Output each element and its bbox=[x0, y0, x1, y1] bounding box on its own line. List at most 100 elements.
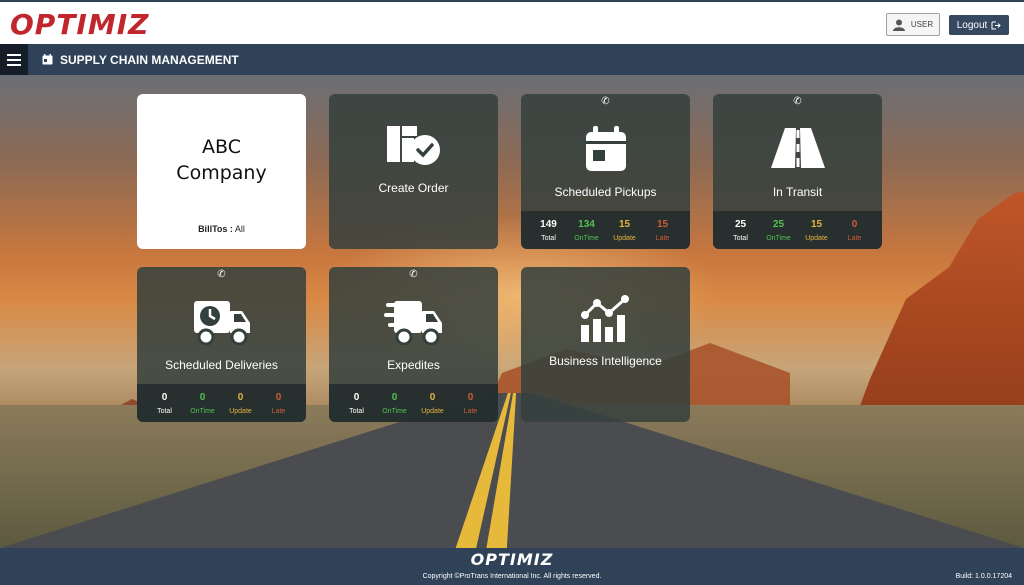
total-count[interactable]: 25 Total bbox=[729, 219, 753, 242]
late-label: Late bbox=[271, 407, 286, 415]
user-icon bbox=[892, 19, 905, 31]
expedites-label: Expedites bbox=[387, 358, 440, 372]
late-count[interactable]: 0 Late bbox=[267, 392, 291, 415]
calendar-icon bbox=[42, 54, 53, 65]
calendar-icon bbox=[585, 126, 626, 171]
phone-icon[interactable]: ✆ bbox=[713, 96, 882, 107]
ontime-count[interactable]: 25 OnTime bbox=[766, 218, 791, 242]
logo-text: OPTIMIZ bbox=[10, 7, 150, 41]
update-label: Update bbox=[229, 407, 252, 415]
ontime-count[interactable]: 0 OnTime bbox=[190, 391, 215, 415]
ontime-value: 134 bbox=[578, 218, 595, 230]
app-footer: OPTIMIZ Copyright ©ProTrans Internationa… bbox=[0, 548, 1024, 585]
hamburger-line bbox=[7, 53, 21, 56]
company-name: ABC Company bbox=[137, 134, 306, 186]
ontime-label: OnTime bbox=[574, 234, 599, 242]
total-label: Total bbox=[349, 407, 364, 415]
app-header: OPTIMIZ USER Logout bbox=[0, 0, 1024, 44]
logout-button[interactable]: Logout bbox=[949, 15, 1009, 35]
business-intelligence-label: Business Intelligence bbox=[549, 354, 662, 368]
module-title: SUPPLY CHAIN MANAGEMENT bbox=[42, 44, 239, 75]
late-count[interactable]: 0 Late bbox=[843, 219, 867, 242]
pickup-counts: 149 Total 134 OnTime 15 Update 15 Late bbox=[521, 211, 690, 249]
total-value: 0 bbox=[353, 391, 360, 403]
box-check-icon bbox=[386, 126, 440, 165]
late-label: Late bbox=[655, 234, 670, 242]
update-value: 15 bbox=[810, 218, 823, 230]
total-value: 25 bbox=[734, 218, 747, 230]
company-tile[interactable]: ABC Company BillTos : All bbox=[137, 94, 306, 249]
company-name-line1: ABC bbox=[202, 136, 241, 158]
total-label: Total bbox=[541, 234, 556, 242]
update-label: Update bbox=[805, 234, 828, 242]
user-menu[interactable]: USER bbox=[886, 13, 940, 36]
late-value: 15 bbox=[656, 218, 669, 230]
logout-icon bbox=[991, 21, 1002, 29]
hamburger-line bbox=[7, 58, 21, 61]
billtos: BillTos : All bbox=[137, 224, 306, 234]
nav-bar: SUPPLY CHAIN MANAGEMENT bbox=[0, 44, 1024, 75]
total-count[interactable]: 0 Total bbox=[153, 392, 177, 415]
hamburger-line bbox=[7, 63, 21, 66]
late-label: Late bbox=[463, 407, 478, 415]
user-name: USER bbox=[910, 20, 934, 29]
copyright-text: Copyright ©ProTrans International Inc. A… bbox=[422, 573, 602, 580]
ontime-label: OnTime bbox=[766, 234, 791, 242]
late-value: 0 bbox=[851, 218, 858, 230]
billtos-label: BillTos : bbox=[198, 224, 233, 234]
logout-label: Logout bbox=[956, 19, 988, 31]
late-value: 0 bbox=[275, 391, 282, 403]
ontime-value: 0 bbox=[391, 391, 398, 403]
ontime-count[interactable]: 134 OnTime bbox=[574, 218, 599, 242]
update-count[interactable]: 15 Update bbox=[613, 219, 637, 242]
transit-counts: 25 Total 25 OnTime 15 Update 0 Late bbox=[713, 211, 882, 249]
update-value: 0 bbox=[237, 391, 244, 403]
optimiz-logo[interactable]: OPTIMIZ bbox=[10, 6, 149, 42]
billtos-value: All bbox=[234, 224, 245, 234]
expedite-counts: 0 Total 0 OnTime 0 Update 0 Late bbox=[329, 384, 498, 422]
ontime-value: 0 bbox=[199, 391, 206, 403]
late-value: 0 bbox=[467, 391, 474, 403]
total-count[interactable]: 0 Total bbox=[345, 392, 369, 415]
phone-icon[interactable]: ✆ bbox=[521, 96, 690, 107]
scheduled-pickups-tile[interactable]: ✆ Scheduled Pickups 149 Total 134 OnTime 1… bbox=[521, 94, 690, 249]
update-count[interactable]: 15 Update bbox=[805, 219, 829, 242]
ontime-label: OnTime bbox=[382, 407, 407, 415]
phone-icon[interactable]: ✆ bbox=[329, 269, 498, 280]
analytics-chart-icon bbox=[580, 295, 629, 342]
total-label: Total bbox=[733, 234, 748, 242]
ontime-label: OnTime bbox=[190, 407, 215, 415]
late-count[interactable]: 15 Late bbox=[651, 219, 675, 242]
in-transit-label: In Transit bbox=[772, 185, 823, 199]
update-count[interactable]: 0 Update bbox=[229, 392, 253, 415]
module-title-text: SUPPLY CHAIN MANAGEMENT bbox=[60, 52, 239, 67]
late-count[interactable]: 0 Late bbox=[459, 392, 483, 415]
update-label: Update bbox=[613, 234, 636, 242]
update-label: Update bbox=[421, 407, 444, 415]
total-value: 0 bbox=[161, 391, 168, 403]
scheduled-deliveries-label: Scheduled Deliveries bbox=[165, 358, 278, 372]
total-count[interactable]: 149 Total bbox=[537, 219, 561, 242]
create-order-label: Create Order bbox=[378, 181, 449, 195]
hamburger-menu-button[interactable] bbox=[0, 44, 28, 75]
scheduled-pickups-label: Scheduled Pickups bbox=[554, 185, 657, 199]
total-label: Total bbox=[157, 407, 172, 415]
update-value: 15 bbox=[618, 218, 631, 230]
fast-truck-icon bbox=[383, 301, 442, 345]
business-intelligence-tile[interactable]: Business Intelligence bbox=[521, 267, 690, 422]
create-order-tile[interactable]: Create Order bbox=[329, 94, 498, 249]
delivery-counts: 0 Total 0 OnTime 0 Update 0 Late bbox=[137, 384, 306, 422]
footer-logo: OPTIMIZ bbox=[470, 550, 554, 569]
build-version: Build: 1.0.0.17204 bbox=[955, 573, 1012, 580]
ontime-count[interactable]: 0 OnTime bbox=[382, 391, 407, 415]
phone-icon[interactable]: ✆ bbox=[137, 269, 306, 280]
company-name-line2: Company bbox=[176, 162, 267, 184]
update-value: 0 bbox=[429, 391, 436, 403]
update-count[interactable]: 0 Update bbox=[421, 392, 445, 415]
total-value: 149 bbox=[540, 218, 557, 230]
ontime-value: 25 bbox=[772, 218, 785, 230]
road-icon bbox=[770, 128, 825, 168]
in-transit-tile[interactable]: ✆ In Transit 25 Total 25 OnTime 15 Update 0… bbox=[713, 94, 882, 249]
scheduled-deliveries-tile[interactable]: ✆ Scheduled Deliveries 0 Total 0 OnTime 0 U… bbox=[137, 267, 306, 422]
expedites-tile[interactable]: ✆ Expedites 0 Total 0 OnTime 0 Update 0 Late bbox=[329, 267, 498, 422]
